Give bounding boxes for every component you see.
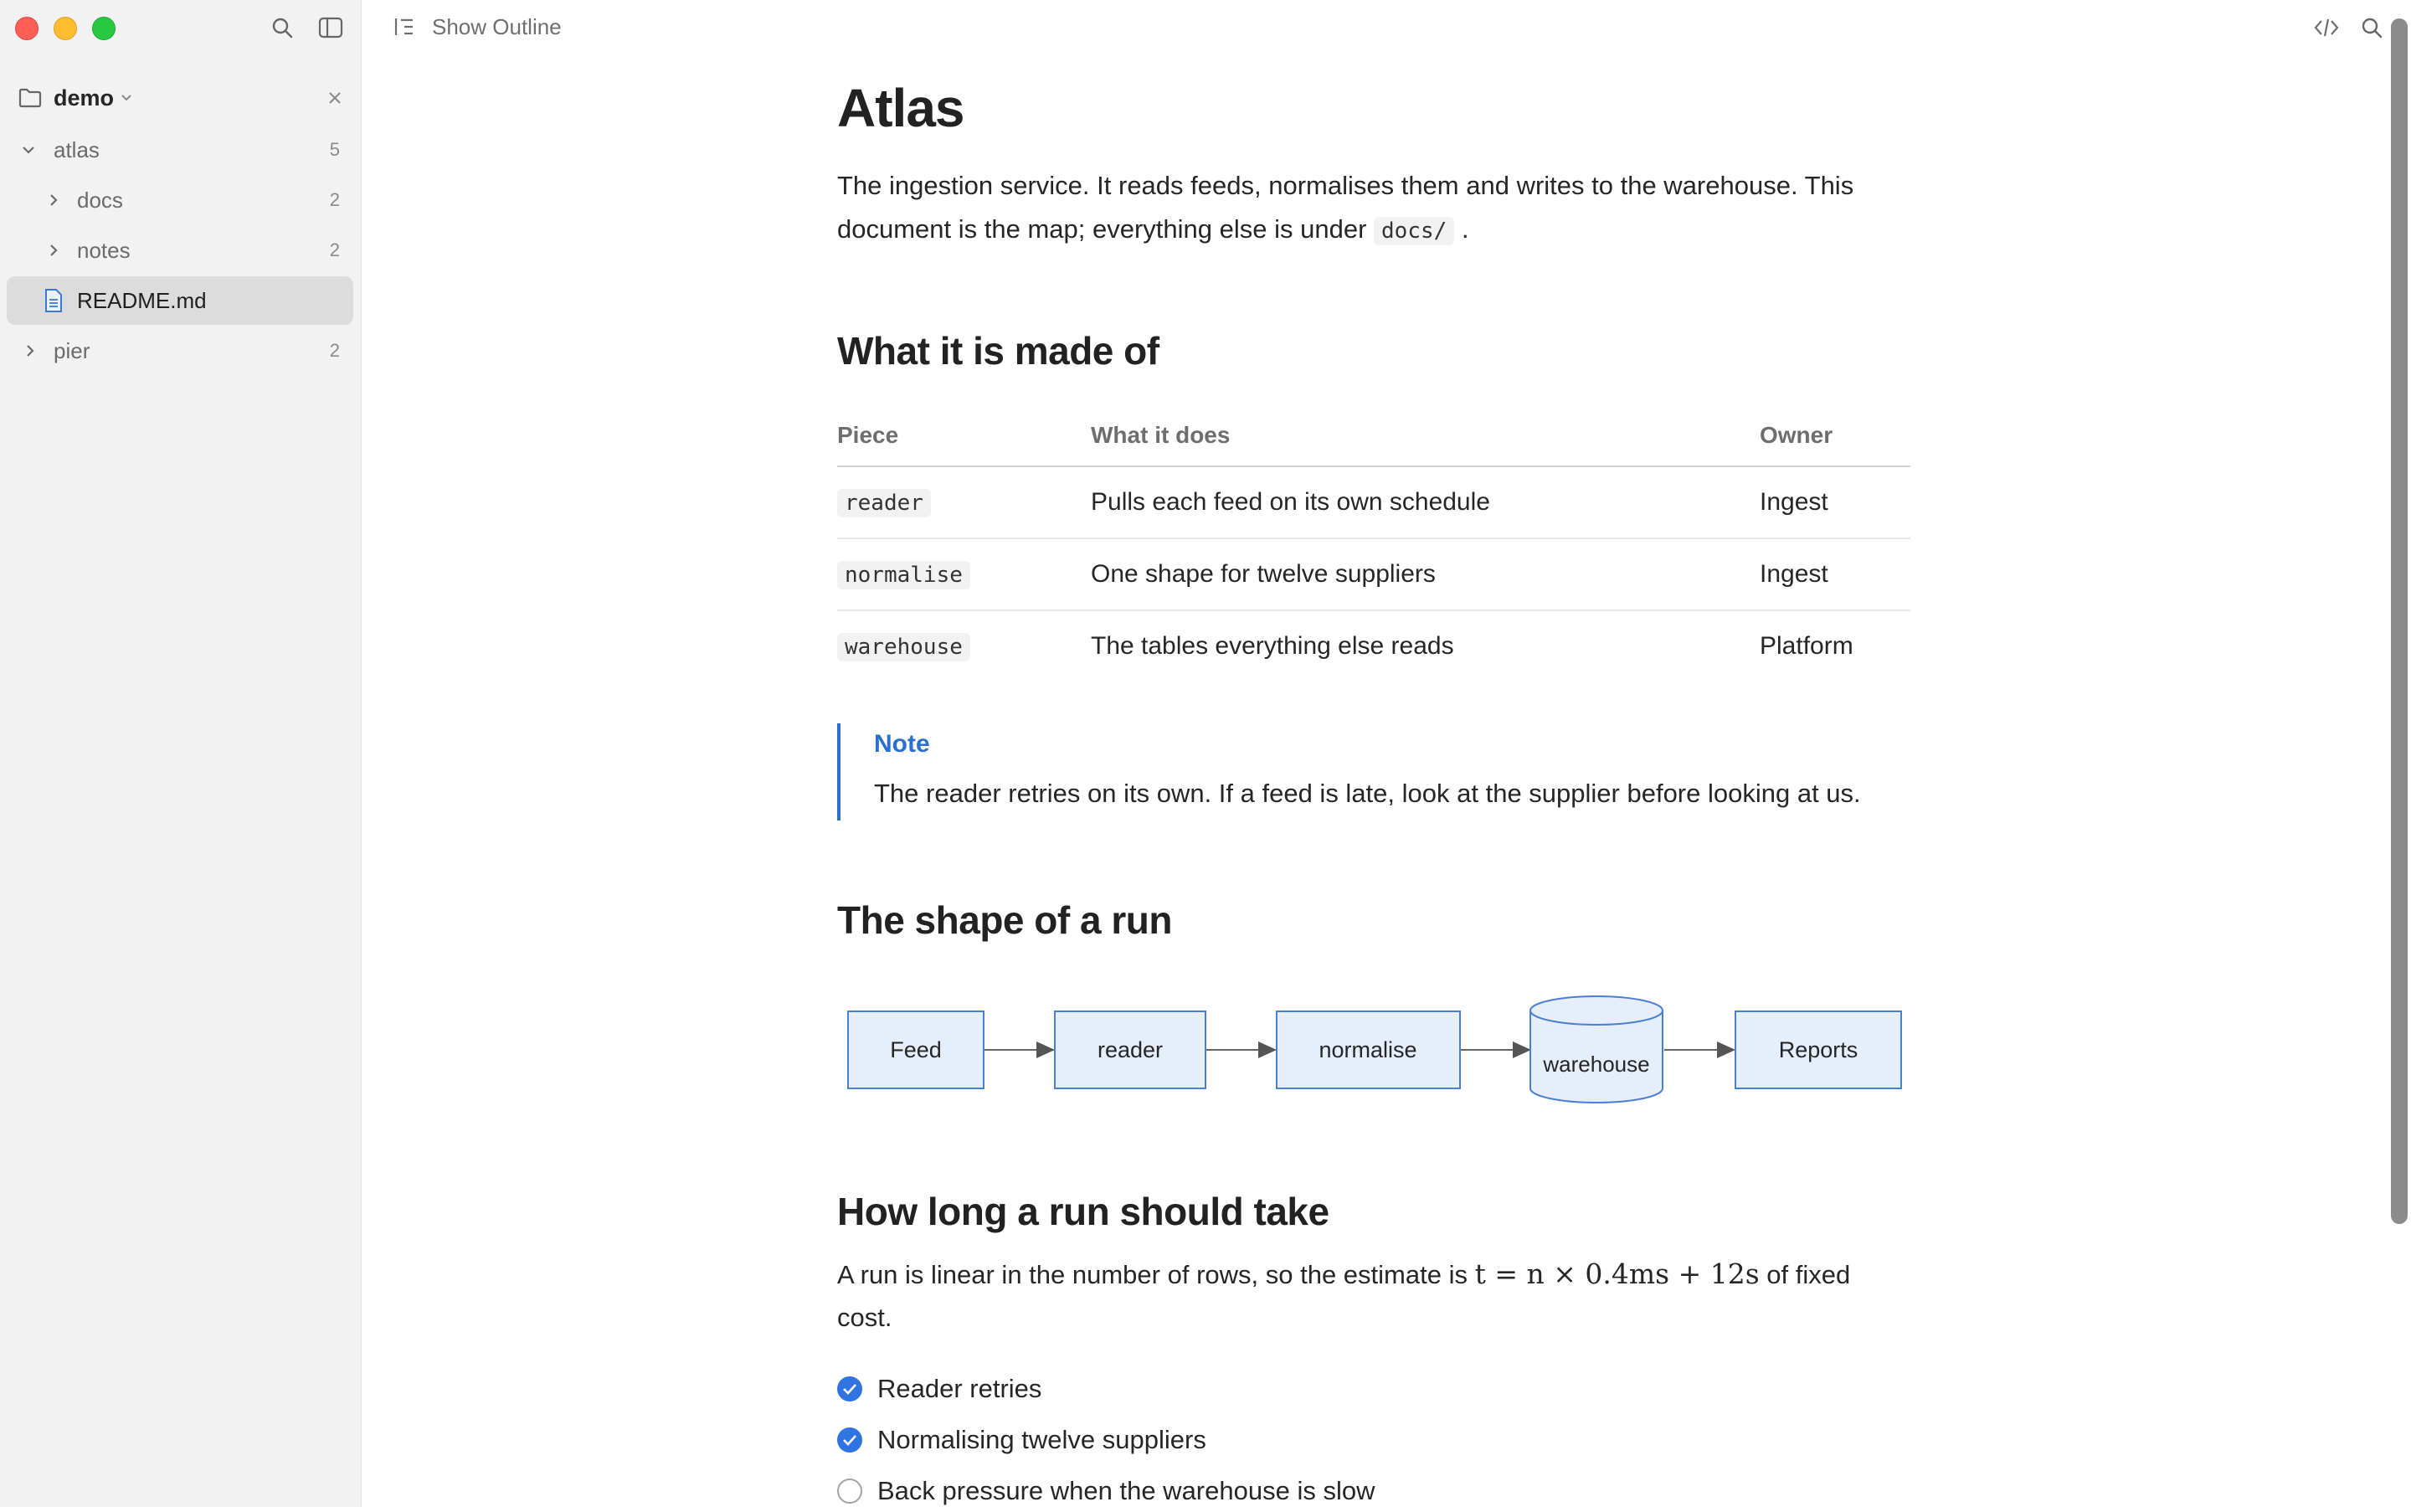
inline-code: docs/ xyxy=(1374,217,1455,245)
document-icon xyxy=(45,289,62,312)
table-cell: warehouse xyxy=(837,610,1091,681)
note-body: The reader retries on its own. If a feed… xyxy=(874,779,1861,808)
task-item: Reader retries xyxy=(837,1368,1041,1410)
column-header: What it does xyxy=(1091,405,1760,467)
workspace-header[interactable]: demo xyxy=(18,84,345,114)
node-label: Reports xyxy=(1779,1037,1858,1062)
node-label: reader xyxy=(1098,1037,1163,1062)
close-workspace-icon[interactable] xyxy=(328,91,342,105)
show-outline-button[interactable]: Show Outline xyxy=(393,12,562,42)
task-label: Normalising twelve suppliers xyxy=(877,1425,1206,1454)
diagram-node-reports: Reports xyxy=(1735,1011,1902,1089)
chevron-right-icon[interactable] xyxy=(45,192,62,208)
intro-line-1: The ingestion service. It reads feeds, n… xyxy=(837,171,1854,200)
vertical-scrollbar[interactable] xyxy=(2391,18,2408,1224)
chevron-right-icon[interactable] xyxy=(45,242,62,259)
tree-item-count: 2 xyxy=(329,340,340,361)
column-header: Piece xyxy=(837,405,1091,467)
table-cell: One shape for twelve suppliers xyxy=(1091,538,1760,611)
search-icon xyxy=(2362,18,2383,39)
page-title: Atlas xyxy=(837,78,964,138)
sidebar-toggle-icon xyxy=(318,17,343,39)
estimate-text-2: of fixed xyxy=(1766,1260,1851,1289)
table-header-row: Piece What it does Owner xyxy=(837,405,1910,467)
node-label: warehouse xyxy=(1542,1052,1649,1077)
table-cell: reader xyxy=(837,466,1091,539)
table-cell: normalise xyxy=(837,538,1091,611)
checkmark-icon xyxy=(843,1384,856,1395)
table-cell: Ingest xyxy=(1760,466,1910,539)
folder-icon xyxy=(18,88,42,108)
close-window-button[interactable] xyxy=(15,17,39,40)
heading-how-long: How long a run should take xyxy=(837,1190,1329,1233)
table-cell: The tables everything else reads xyxy=(1091,632,1454,660)
diagram-node-feed: Feed xyxy=(847,1011,984,1089)
chevron-down-icon xyxy=(121,95,131,101)
estimate-text: A run is linear in the number of rows, s… xyxy=(837,1260,1468,1289)
run-flow-diagram: Feed reader normalise warehouse Reports xyxy=(847,995,1902,1103)
tree-item-label: notes xyxy=(77,237,131,263)
checkmark-icon xyxy=(843,1435,856,1446)
pieces-table: Piece What it does Owner reader Pulls ea… xyxy=(837,405,1910,681)
tree-item-label: docs xyxy=(77,187,123,213)
minimize-window-button[interactable] xyxy=(54,17,77,40)
chevron-down-icon[interactable] xyxy=(20,141,37,158)
source-mode-button[interactable] xyxy=(2312,13,2341,42)
node-label: Feed xyxy=(890,1037,942,1062)
table-row: warehouse The tables everything else rea… xyxy=(837,610,1910,681)
piece-code: normalise xyxy=(837,561,970,589)
diagram-node-reader: reader xyxy=(1054,1011,1206,1089)
tree-item-label: README.md xyxy=(77,287,207,313)
tree-item-readme[interactable]: README.md xyxy=(7,276,353,325)
table-row: normalise One shape for twelve suppliers… xyxy=(837,538,1910,611)
table-row: reader Pulls each feed on its own schedu… xyxy=(837,466,1910,539)
diagram-node-normalise: normalise xyxy=(1276,1011,1461,1089)
heading-shape: The shape of a run xyxy=(837,898,1172,942)
piece-code: reader xyxy=(837,489,931,517)
chevron-right-icon[interactable] xyxy=(22,342,39,359)
tree-item-count: 2 xyxy=(329,239,340,260)
workspace-name: demo xyxy=(54,85,115,111)
checkbox-checked[interactable] xyxy=(837,1376,862,1401)
sidebar-search-button[interactable] xyxy=(268,13,296,42)
estimate-line-1: A run is linear in the number of rows, s… xyxy=(837,1252,1850,1297)
intro-text: document is the map; everything else is … xyxy=(837,214,1367,244)
estimate-formula: t = n × 0.4ms + 12s xyxy=(1474,1257,1760,1290)
tree-item-docs[interactable]: docs 2 xyxy=(7,176,353,224)
document-search-button[interactable] xyxy=(2357,13,2386,42)
table-cell: Ingest xyxy=(1760,538,1910,611)
note-callout: Note The reader retries on its own. If a… xyxy=(837,723,1914,820)
tree-item-notes[interactable]: notes 2 xyxy=(7,226,353,275)
piece-code: warehouse xyxy=(837,633,970,661)
tree-item-pier[interactable]: pier 2 xyxy=(7,327,353,375)
outline-icon xyxy=(394,18,413,35)
tree-item-count: 5 xyxy=(329,139,340,160)
checkbox-unchecked[interactable] xyxy=(837,1479,862,1504)
code-icon xyxy=(2314,18,2339,37)
diagram-node-warehouse: warehouse xyxy=(1529,995,1663,1103)
column-header: Owner xyxy=(1760,405,1910,467)
sidebar: demo atlas 5 docs 2 notes 2 README.md pi… xyxy=(0,0,362,1507)
table-cell: Pulls each feed on its own schedule xyxy=(1091,466,1760,539)
task-label: Back pressure when the warehouse is slow xyxy=(877,1476,1375,1505)
checkbox-checked[interactable] xyxy=(837,1427,862,1453)
zoom-window-button[interactable] xyxy=(92,17,116,40)
tree-item-atlas[interactable]: atlas 5 xyxy=(7,126,353,174)
tree-item-count: 2 xyxy=(329,189,340,210)
show-outline-label: Show Outline xyxy=(432,13,562,39)
search-icon xyxy=(272,18,293,39)
tree-item-label: pier xyxy=(54,337,90,363)
note-title: Note xyxy=(874,730,930,758)
tree-item-label: atlas xyxy=(54,136,100,162)
toggle-sidebar-button[interactable] xyxy=(316,13,345,42)
task-label: Reader retries xyxy=(877,1374,1042,1403)
table-cell: Platform xyxy=(1760,632,1853,660)
node-label: normalise xyxy=(1319,1037,1416,1062)
intro-line-2: document is the map; everything else is … xyxy=(837,208,1469,253)
intro-period: . xyxy=(1461,214,1469,244)
heading-made-of: What it is made of xyxy=(837,329,1159,373)
task-item: Back pressure when the warehouse is slow xyxy=(837,1470,1375,1512)
estimate-line-2: cost. xyxy=(837,1303,892,1332)
task-item: Normalising twelve suppliers xyxy=(837,1419,1206,1461)
